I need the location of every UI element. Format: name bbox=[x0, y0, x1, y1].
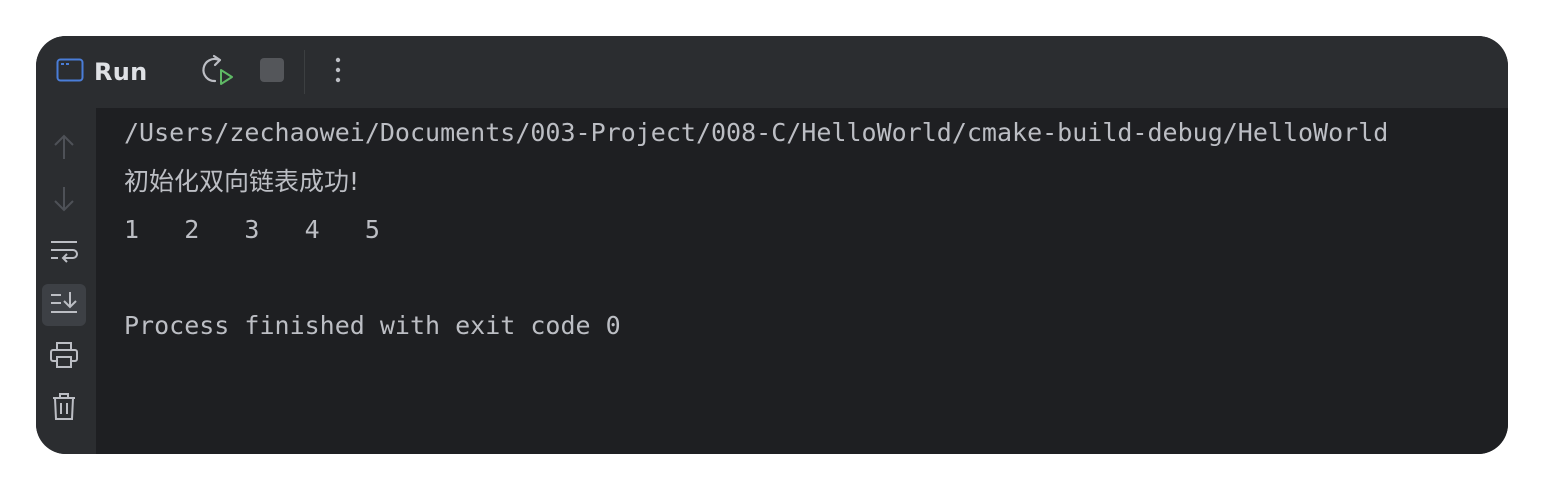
toolbar-separator bbox=[304, 50, 305, 94]
rerun-icon bbox=[201, 54, 235, 91]
trash-icon bbox=[51, 392, 77, 427]
console-window-icon bbox=[56, 58, 84, 87]
scroll-to-end-icon bbox=[49, 290, 79, 321]
run-tool-window: Run /Users/zechaowei/Documents/003-Proje… bbox=[36, 36, 1508, 454]
more-options-button[interactable] bbox=[320, 54, 356, 90]
run-toolbar: Run bbox=[36, 36, 1508, 108]
stop-button[interactable] bbox=[254, 54, 290, 90]
soft-wrap-icon bbox=[49, 238, 79, 269]
stop-icon bbox=[259, 57, 285, 88]
run-tab[interactable]: Run bbox=[56, 56, 148, 88]
print-icon bbox=[49, 341, 79, 374]
soft-wrap-button[interactable] bbox=[42, 232, 86, 274]
run-tab-title: Run bbox=[94, 58, 148, 86]
console-line-exit-status: Process finished with exit code 0 bbox=[124, 311, 621, 340]
rerun-button[interactable] bbox=[200, 54, 236, 90]
print-button[interactable] bbox=[42, 336, 86, 378]
console-actions-gutter bbox=[36, 108, 96, 454]
console-line-executable-path: /Users/zechaowei/Documents/003-Project/0… bbox=[124, 118, 1389, 147]
arrow-up-icon bbox=[52, 133, 76, 166]
console-line-init-message: 初始化双向链表成功! bbox=[124, 167, 360, 196]
more-vertical-icon bbox=[334, 56, 342, 89]
console-line-list-values: 1 2 3 4 5 bbox=[124, 215, 380, 244]
arrow-down-icon bbox=[52, 185, 76, 218]
clear-all-button[interactable] bbox=[42, 388, 86, 430]
previous-occurrence-button[interactable] bbox=[42, 128, 86, 170]
console-output[interactable]: /Users/zechaowei/Documents/003-Project/0… bbox=[96, 108, 1508, 454]
next-occurrence-button[interactable] bbox=[42, 180, 86, 222]
scroll-to-end-button[interactable] bbox=[42, 284, 86, 326]
